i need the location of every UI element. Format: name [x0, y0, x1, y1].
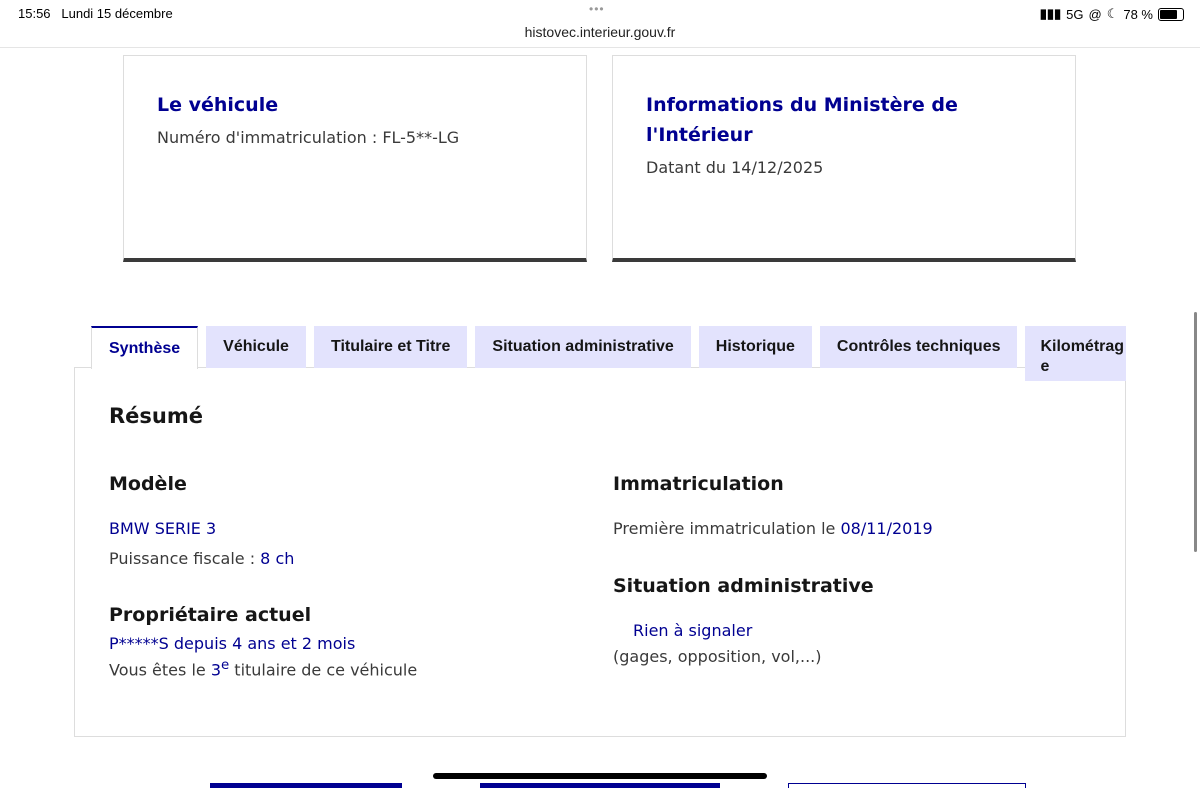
button-partial[interactable]	[788, 783, 1026, 788]
model-name: BMW SERIE 3	[109, 519, 217, 538]
tab-vehicule[interactable]: Véhicule	[206, 326, 306, 368]
url-bar[interactable]: histovec.interieur.gouv.fr	[0, 24, 1200, 40]
status-icons: ▮▮▮ 5G @ ☾ 78 %	[1040, 6, 1184, 22]
tab-synthese[interactable]: Synthèse	[91, 326, 199, 369]
battery-percent: 78 %	[1123, 6, 1153, 22]
card-text: Datant du 14/12/2025	[646, 158, 824, 177]
admin-heading: Situation administrative	[613, 575, 874, 597]
tab-historique[interactable]: Historique	[698, 326, 812, 368]
more-icon[interactable]: •••	[589, 2, 605, 16]
battery-icon	[1158, 7, 1184, 21]
first-registration: Première immatriculation le 08/11/2019	[613, 519, 933, 538]
admin-status: Rien à signaler	[633, 621, 753, 640]
card-title: Informations du Ministère de l'Intérieur	[646, 94, 958, 146]
scrollbar[interactable]	[1194, 312, 1197, 552]
owner-info: P*****S depuis 4 ans et 2 mois	[109, 634, 356, 653]
ministry-card: Informations du Ministère de l'Intérieur…	[612, 55, 1076, 262]
owner-heading: Propriétaire actuel	[109, 604, 312, 626]
vehicle-card: Le véhicule Numéro d'immatriculation : F…	[123, 55, 587, 262]
button-partial[interactable]	[210, 783, 402, 788]
summary-panel: Résumé Modèle BMW SERIE 3 Puissance fisc…	[74, 367, 1126, 737]
network-label: 5G	[1066, 6, 1084, 22]
tab-titulaire[interactable]: Titulaire et Titre	[313, 326, 468, 368]
status-time: 15:56 Lundi 15 décembre	[18, 6, 173, 21]
tab-controles[interactable]: Contrôles techniques	[819, 326, 1018, 368]
signal-icon: ▮▮▮	[1039, 6, 1062, 21]
tab-kilometrage[interactable]: Kilométrage	[1025, 326, 1126, 381]
summary-title: Résumé	[109, 404, 203, 428]
button-partial[interactable]	[480, 783, 720, 788]
moon-icon: ☾	[1106, 6, 1119, 21]
status-bar: 15:56 Lundi 15 décembre ••• histovec.int…	[0, 0, 1200, 48]
admin-detail: (gages, opposition, vol,...)	[613, 647, 822, 666]
card-title: Le véhicule	[157, 94, 279, 116]
location-icon: @	[1088, 6, 1102, 22]
card-text: Numéro d'immatriculation : FL-5**-LG	[157, 128, 460, 147]
tab-bar: Synthèse Véhicule Titulaire et Titre Sit…	[91, 326, 1126, 381]
home-indicator[interactable]	[433, 773, 767, 779]
registration-heading: Immatriculation	[613, 473, 784, 495]
fiscal-power: Puissance fiscale : 8 ch	[109, 549, 295, 568]
model-heading: Modèle	[109, 473, 187, 495]
tab-situation[interactable]: Situation administrative	[475, 326, 691, 368]
owner-rank: Vous êtes le 3e titulaire de ce véhicule	[109, 658, 418, 680]
